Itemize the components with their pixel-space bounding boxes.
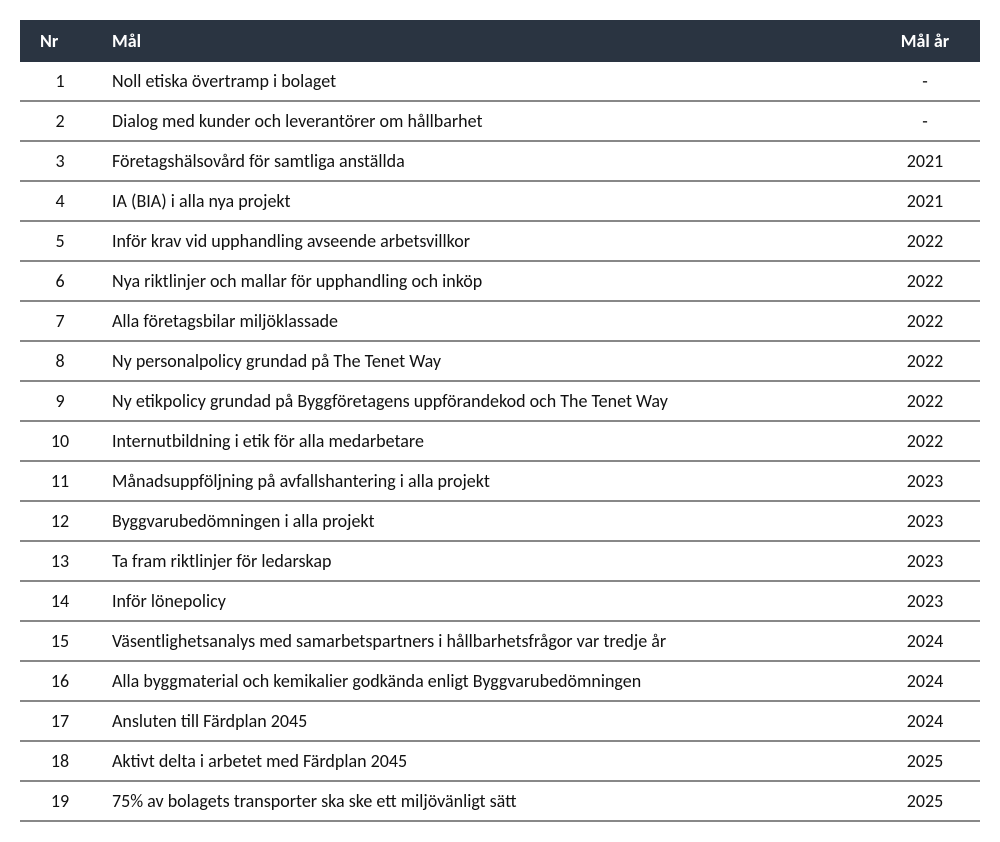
cell-mal: Alla företagsbilar miljöklassade bbox=[100, 301, 870, 341]
cell-nr: 18 bbox=[20, 741, 100, 781]
table-row: 1975% av bolagets transporter ska ske et… bbox=[20, 781, 980, 821]
cell-nr: 8 bbox=[20, 341, 100, 381]
cell-year: 2022 bbox=[870, 341, 980, 381]
cell-year: 2022 bbox=[870, 261, 980, 301]
cell-mal: 75% av bolagets transporter ska ske ett … bbox=[100, 781, 870, 821]
cell-year: 2022 bbox=[870, 421, 980, 461]
table-row: 6Nya riktlinjer och mallar för upphandli… bbox=[20, 261, 980, 301]
cell-nr: 1 bbox=[20, 62, 100, 101]
cell-year: - bbox=[870, 62, 980, 101]
cell-year: 2023 bbox=[870, 461, 980, 501]
table-row: 3Företagshälsovård för samtliga anställd… bbox=[20, 141, 980, 181]
cell-nr: 13 bbox=[20, 541, 100, 581]
cell-mal: Aktivt delta i arbetet med Färdplan 2045 bbox=[100, 741, 870, 781]
cell-year: 2022 bbox=[870, 301, 980, 341]
table-row: 11Månadsuppföljning på avfallshantering … bbox=[20, 461, 980, 501]
cell-mal: Nya riktlinjer och mallar för upphandlin… bbox=[100, 261, 870, 301]
table-row: 15Väsentlighetsanalys med samarbetspartn… bbox=[20, 621, 980, 661]
cell-mal: IA (BIA) i alla nya projekt bbox=[100, 181, 870, 221]
table-row: 8Ny personalpolicy grundad på The Tenet … bbox=[20, 341, 980, 381]
cell-nr: 3 bbox=[20, 141, 100, 181]
cell-nr: 5 bbox=[20, 221, 100, 261]
cell-mal: Företagshälsovård för samtliga anställda bbox=[100, 141, 870, 181]
cell-year: - bbox=[870, 101, 980, 141]
cell-nr: 15 bbox=[20, 621, 100, 661]
cell-mal: Noll etiska övertramp i bolaget bbox=[100, 62, 870, 101]
cell-nr: 9 bbox=[20, 381, 100, 421]
cell-nr: 7 bbox=[20, 301, 100, 341]
cell-mal: Inför krav vid upphandling avseende arbe… bbox=[100, 221, 870, 261]
cell-mal: Internutbildning i etik för alla medarbe… bbox=[100, 421, 870, 461]
cell-nr: 17 bbox=[20, 701, 100, 741]
table-row: 12Byggvarubedömningen i alla projekt2023 bbox=[20, 501, 980, 541]
cell-mal: Ny personalpolicy grundad på The Tenet W… bbox=[100, 341, 870, 381]
cell-nr: 11 bbox=[20, 461, 100, 501]
table-row: 9Ny etikpolicy grundad på Byggföretagens… bbox=[20, 381, 980, 421]
cell-mal: Väsentlighetsanalys med samarbetspartner… bbox=[100, 621, 870, 661]
table-row: 4IA (BIA) i alla nya projekt2021 bbox=[20, 181, 980, 221]
cell-year: 2022 bbox=[870, 221, 980, 261]
table-row: 13Ta fram riktlinjer för ledarskap2023 bbox=[20, 541, 980, 581]
cell-mal: Ny etikpolicy grundad på Byggföretagens … bbox=[100, 381, 870, 421]
cell-nr: 12 bbox=[20, 501, 100, 541]
cell-year: 2021 bbox=[870, 141, 980, 181]
cell-nr: 6 bbox=[20, 261, 100, 301]
cell-year: 2025 bbox=[870, 741, 980, 781]
table-row: 17Ansluten till Färdplan 20452024 bbox=[20, 701, 980, 741]
cell-nr: 19 bbox=[20, 781, 100, 821]
table-row: 16Alla byggmaterial och kemikalier godkä… bbox=[20, 661, 980, 701]
header-mal: Mål bbox=[100, 20, 870, 62]
goals-table: Nr Mål Mål år 1Noll etiska övertramp i b… bbox=[20, 20, 980, 822]
cell-nr: 2 bbox=[20, 101, 100, 141]
table-row: 10Internutbildning i etik för alla medar… bbox=[20, 421, 980, 461]
table-header-row: Nr Mål Mål år bbox=[20, 20, 980, 62]
cell-mal: Månadsuppföljning på avfallshantering i … bbox=[100, 461, 870, 501]
header-nr: Nr bbox=[20, 20, 100, 62]
table-row: 2Dialog med kunder och leverantörer om h… bbox=[20, 101, 980, 141]
table-row: 18Aktivt delta i arbetet med Färdplan 20… bbox=[20, 741, 980, 781]
cell-year: 2023 bbox=[870, 501, 980, 541]
cell-year: 2024 bbox=[870, 661, 980, 701]
cell-mal: Byggvarubedömningen i alla projekt bbox=[100, 501, 870, 541]
cell-mal: Ta fram riktlinjer för ledarskap bbox=[100, 541, 870, 581]
table-row: 1Noll etiska övertramp i bolaget- bbox=[20, 62, 980, 101]
table-row: 7Alla företagsbilar miljöklassade2022 bbox=[20, 301, 980, 341]
table-row: 14Inför lönepolicy2023 bbox=[20, 581, 980, 621]
cell-year: 2024 bbox=[870, 621, 980, 661]
cell-mal: Dialog med kunder och leverantörer om hå… bbox=[100, 101, 870, 141]
cell-year: 2025 bbox=[870, 781, 980, 821]
cell-mal: Ansluten till Färdplan 2045 bbox=[100, 701, 870, 741]
header-year: Mål år bbox=[870, 20, 980, 62]
cell-mal: Alla byggmaterial och kemikalier godkänd… bbox=[100, 661, 870, 701]
table-row: 5Inför krav vid upphandling avseende arb… bbox=[20, 221, 980, 261]
cell-nr: 4 bbox=[20, 181, 100, 221]
cell-year: 2022 bbox=[870, 381, 980, 421]
cell-year: 2024 bbox=[870, 701, 980, 741]
cell-mal: Inför lönepolicy bbox=[100, 581, 870, 621]
cell-year: 2023 bbox=[870, 581, 980, 621]
cell-nr: 14 bbox=[20, 581, 100, 621]
cell-year: 2021 bbox=[870, 181, 980, 221]
table-body: 1Noll etiska övertramp i bolaget-2Dialog… bbox=[20, 62, 980, 821]
cell-year: 2023 bbox=[870, 541, 980, 581]
cell-nr: 10 bbox=[20, 421, 100, 461]
cell-nr: 16 bbox=[20, 661, 100, 701]
